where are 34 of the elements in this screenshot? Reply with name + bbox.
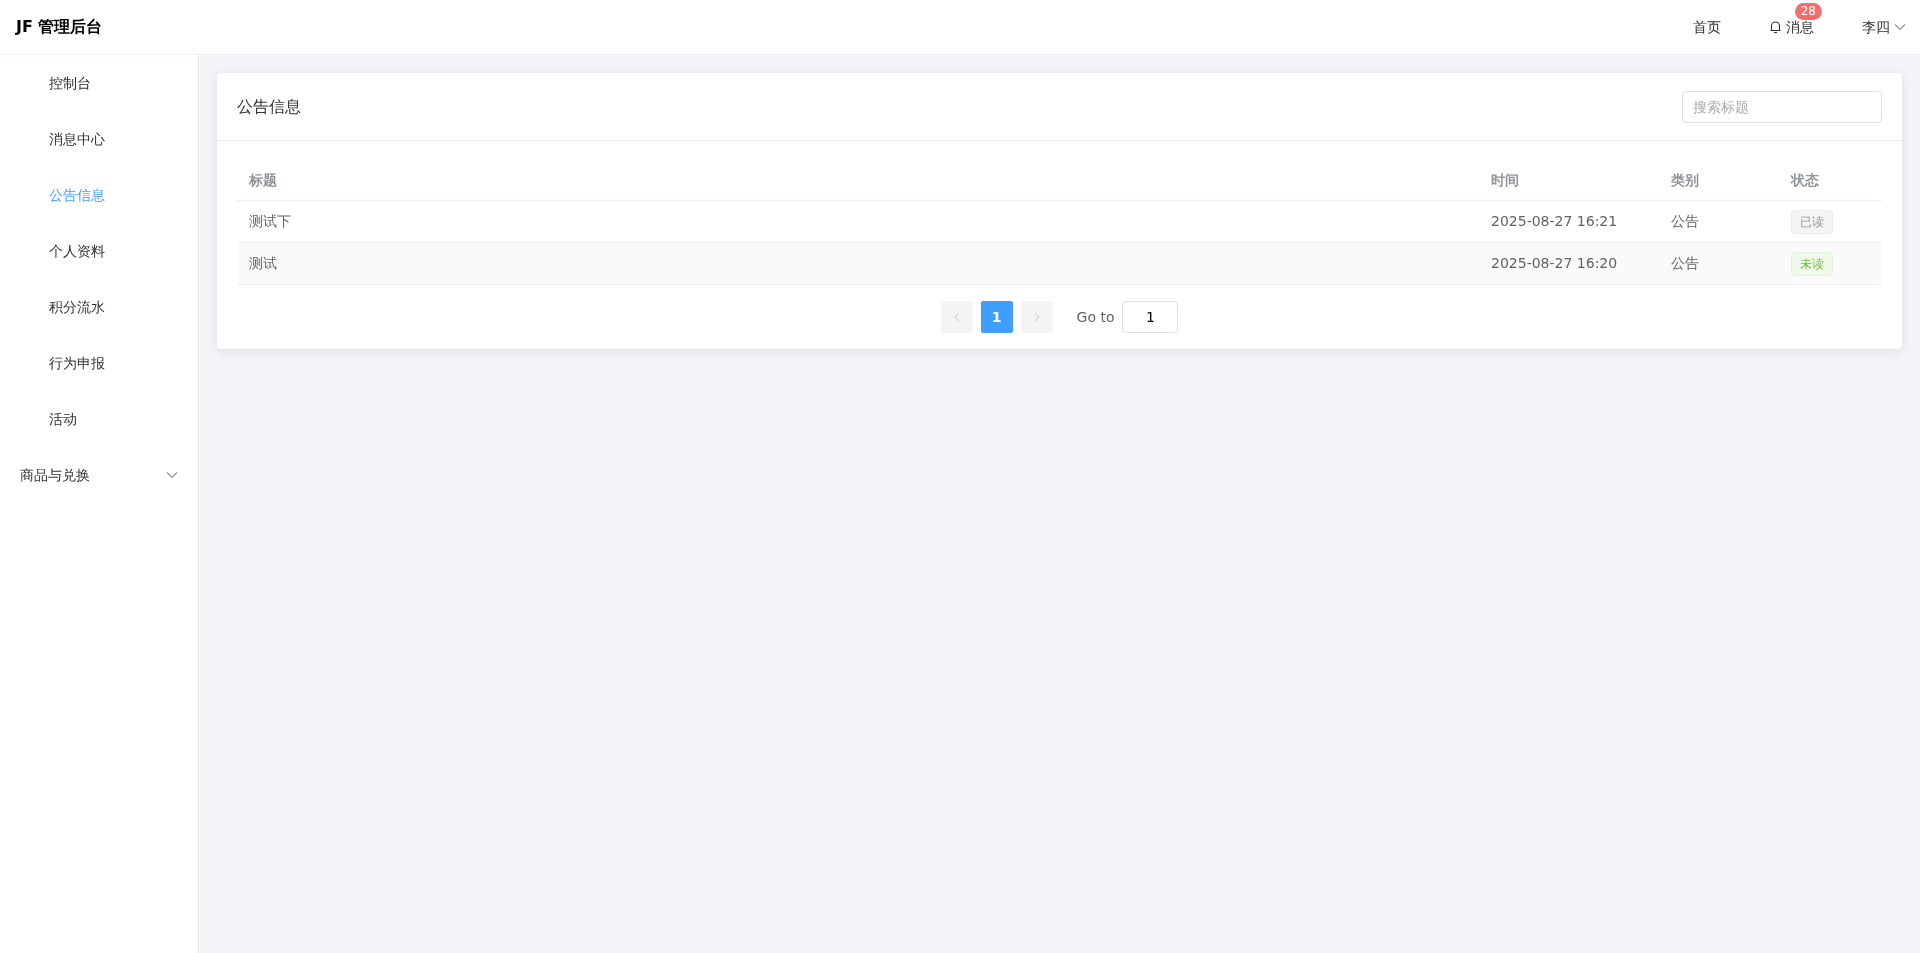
search-field[interactable]: 搜索标题 bbox=[1682, 90, 1882, 123]
table-cell-text: 测试 bbox=[248, 254, 278, 273]
submenu-label: 商品与兑换 bbox=[20, 465, 90, 485]
table-cell-text: 2025-08-27 16:20 bbox=[1490, 254, 1619, 273]
sidebar-item[interactable]: 个人资料 bbox=[0, 223, 198, 279]
sidebar-item[interactable]: 消息中心 bbox=[0, 111, 198, 167]
table-cell-text: 公告 bbox=[1670, 254, 1700, 273]
unread-count-badge: 28 bbox=[1794, 2, 1822, 20]
table-cell-text: 公告 bbox=[1670, 212, 1700, 231]
column-header: 类别 bbox=[1670, 171, 1700, 190]
sidebar-item[interactable]: 行为申报 bbox=[0, 335, 198, 391]
sidebar-item[interactable]: 积分流水 bbox=[0, 279, 198, 335]
column-header: 时间 bbox=[1490, 171, 1520, 190]
app-logo: JF 管理后台 bbox=[16, 16, 103, 38]
sidebar-item[interactable]: 控制台 bbox=[0, 55, 198, 111]
user-name[interactable]: 李四 bbox=[1862, 16, 1890, 38]
chevron-down-icon bbox=[166, 471, 178, 479]
status-tag: 已读 bbox=[1791, 209, 1833, 234]
goto-page-field[interactable]: 1 bbox=[1122, 301, 1179, 333]
table-cell-text: 测试下 bbox=[248, 212, 292, 231]
sidebar-item[interactable]: 活动 bbox=[0, 391, 198, 447]
card-title: 公告信息 bbox=[237, 95, 301, 118]
bell-icon bbox=[1769, 20, 1782, 34]
chevron-left-icon bbox=[953, 312, 960, 322]
messages-label: 消息 bbox=[1786, 17, 1814, 37]
chevron-down-icon bbox=[1894, 23, 1906, 31]
column-header: 状态 bbox=[1789, 171, 1820, 190]
goto-label: Go to bbox=[1076, 307, 1115, 327]
chevron-right-icon bbox=[1033, 312, 1040, 322]
status-tag: 未读 bbox=[1791, 251, 1833, 276]
nav-link[interactable]: 首页 bbox=[1693, 16, 1721, 38]
table-cell-text: 2025-08-27 16:21 bbox=[1490, 212, 1619, 231]
sidebar-submenu[interactable]: 商品与兑换 bbox=[0, 447, 198, 503]
column-header: 标题 bbox=[248, 171, 278, 190]
